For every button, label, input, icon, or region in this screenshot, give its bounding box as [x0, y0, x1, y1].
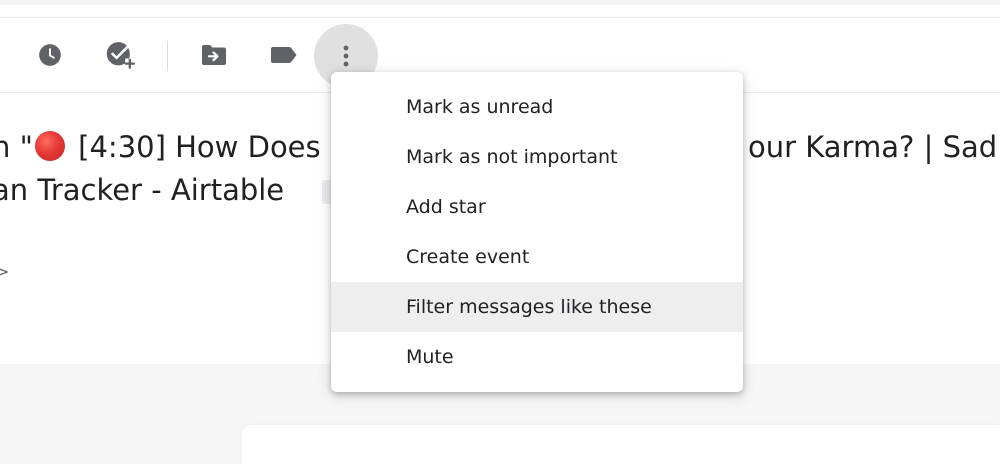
email-subject-line-1: n " [4:30] How Does — [0, 130, 321, 164]
more-vert-icon — [342, 44, 350, 68]
subject-prefix: n " — [0, 130, 33, 164]
red-circle-emoji-icon — [34, 131, 65, 161]
add-task-icon — [105, 40, 135, 70]
snooze-button[interactable] — [26, 31, 74, 79]
menu-item-mark-as-unread[interactable]: Mark as unread — [331, 82, 743, 132]
menu-item-mark-as-not-important[interactable]: Mark as not important — [331, 132, 743, 182]
menu-item-filter-messages[interactable]: Filter messages like these — [331, 282, 743, 332]
menu-item-create-event[interactable]: Create event — [331, 232, 743, 282]
more-actions-menu: Mark as unread Mark as not important Add… — [331, 72, 743, 392]
message-card — [242, 425, 1000, 464]
add-to-tasks-button[interactable] — [96, 31, 144, 79]
label-icon — [270, 45, 298, 65]
subject-middle: [4:30] How Does — [68, 130, 321, 164]
clock-icon — [37, 42, 63, 68]
email-subject-right: our Karma? | Sad — [748, 130, 998, 164]
menu-item-mute[interactable]: Mute — [331, 332, 743, 382]
labels-button[interactable] — [260, 31, 308, 79]
email-subject-line-2: an Tracker - Airtable — [0, 173, 285, 207]
move-to-button[interactable] — [190, 31, 238, 79]
toolbar-separator — [167, 41, 168, 71]
expand-details-icon[interactable]: > — [0, 262, 9, 281]
top-strip — [0, 0, 1000, 5]
menu-item-add-star[interactable]: Add star — [331, 182, 743, 232]
move-to-icon — [200, 43, 228, 67]
